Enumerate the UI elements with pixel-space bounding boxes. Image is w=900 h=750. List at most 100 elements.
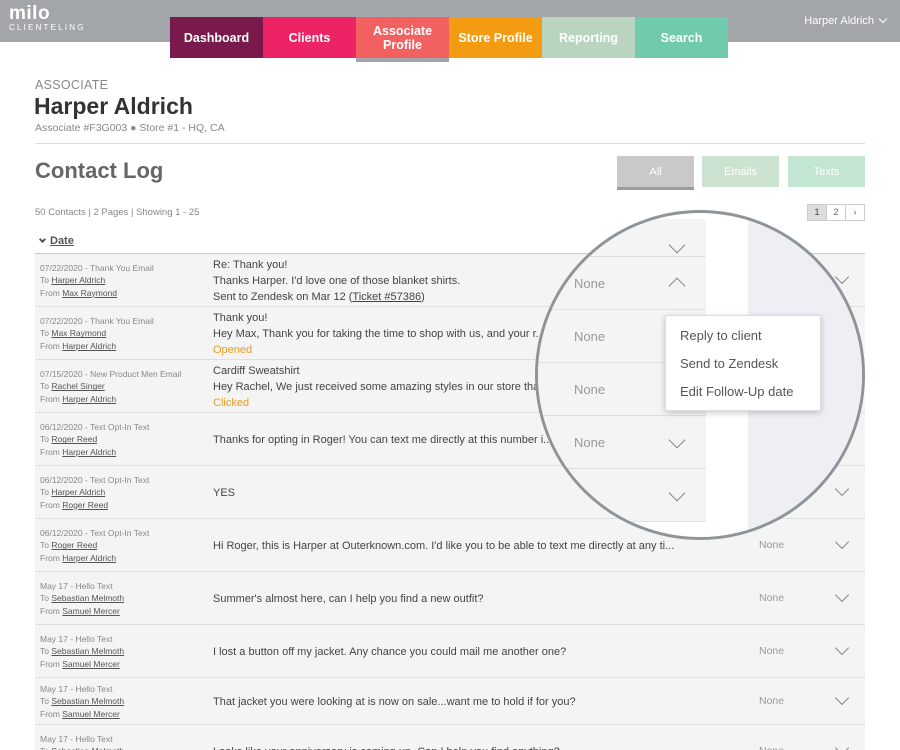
chevron-down-icon[interactable] — [668, 431, 686, 449]
send-to-zendesk-option[interactable]: Send to Zendesk — [666, 352, 820, 380]
row-meta: May 17 - Hello Text To Sebastian MelmothF… — [40, 633, 124, 670]
row-to: To Sebastian Melmoth — [40, 745, 124, 750]
from-link[interactable]: Harper Aldrich — [62, 341, 116, 351]
ticket-link[interactable]: Ticket #57386 — [352, 291, 421, 303]
to-link[interactable]: Harper Aldrich — [51, 275, 105, 285]
row-to: To Harper Aldrich — [40, 275, 106, 286]
row-message: Hi Roger, this is Harper at Outerknown.c… — [213, 538, 693, 554]
contact-log-title: Contact Log — [35, 158, 164, 183]
edit-follow-up-date-option[interactable]: Edit Follow-Up date — [666, 380, 820, 408]
from-link[interactable]: Harper Aldrich — [62, 394, 116, 404]
to-link[interactable]: Roger Reed — [51, 434, 97, 444]
from-link[interactable]: Samuel Mercer — [62, 709, 120, 719]
chevron-down-icon[interactable] — [834, 640, 850, 656]
to-link[interactable]: Rachel Singer — [51, 381, 104, 391]
follow-up-value: None — [759, 695, 785, 707]
milo-logo[interactable]: milo CLIENTELING — [9, 4, 86, 33]
chevron-down-icon — [878, 14, 888, 24]
row-to: To Harper Aldrich — [40, 487, 106, 498]
row-to: To Roger Reed — [40, 434, 98, 445]
row-from: From Samuel Mercer — [40, 658, 120, 669]
row-from: From Harper Aldrich — [40, 393, 117, 404]
date-column-label: Date — [50, 235, 74, 247]
row-date: 07/15/2020 - New Product Men Email — [40, 369, 182, 379]
row-meta: 06/12/2020 - Text Opt-In Text To Harper A… — [40, 474, 149, 511]
row-date: May 17 - Hello Text — [40, 634, 113, 644]
to-link[interactable]: Max Raymond — [51, 328, 106, 338]
row-date: May 17 - Hello Text — [40, 684, 113, 694]
follow-up-none: None — [574, 382, 606, 397]
follow-up-none: None — [574, 329, 606, 344]
table-row[interactable]: May 17 - Hello Text To Sebastian MelmothF… — [35, 678, 865, 725]
follow-up-none: None — [574, 276, 606, 291]
nav-tab-clients[interactable]: Clients — [263, 17, 356, 58]
from-link[interactable]: Max Raymond — [62, 288, 117, 298]
row-meta: 07/22/2020 - Thank You Email To Max Raymo… — [40, 315, 154, 352]
associate-meta: Associate #F3G003 ● Store #1 - HQ, CA — [35, 122, 225, 134]
chevron-down-icon[interactable] — [668, 236, 686, 254]
magnified-row[interactable] — [538, 219, 706, 257]
chevron-down-icon[interactable] — [834, 690, 850, 706]
follow-up-value: None — [759, 745, 784, 750]
table-row[interactable]: May 17 - Hello Text To Sebastian MelmothF… — [35, 625, 865, 678]
from-link[interactable]: Harper Aldrich — [62, 553, 116, 563]
row-date: 07/22/2020 - Thank You Email — [40, 316, 154, 326]
row-message: Summer's almost here, can I help you fin… — [213, 591, 693, 607]
filter-emails-button[interactable]: Emails — [702, 156, 779, 187]
message-line: That jacket you were looking at is now o… — [213, 696, 576, 708]
nav-tab-reporting[interactable]: Reporting — [542, 17, 635, 58]
row-to: To Sebastian Melmoth — [40, 646, 125, 657]
from-link[interactable]: Roger Reed — [62, 500, 108, 510]
magnified-row[interactable] — [538, 469, 706, 522]
to-link[interactable]: Sebastian Melmoth — [51, 593, 124, 603]
chevron-down-icon[interactable] — [834, 534, 850, 550]
row-to: To Max Raymond — [40, 328, 107, 339]
nav-tab-store-profile[interactable]: Store Profile — [449, 17, 542, 58]
filter-texts-button[interactable]: Texts — [788, 156, 865, 187]
to-link[interactable]: Sebastian Melmoth — [51, 746, 124, 750]
table-row[interactable]: May 17 - Hello TextTo Sebastian MelmothF… — [35, 572, 865, 625]
message-line: Looks like your anniversary is coming up… — [213, 744, 693, 750]
nav-tab-dashboard[interactable]: Dashboard — [170, 17, 263, 58]
results-summary: 50 Contacts | 2 Pages | Showing 1 - 25 — [35, 207, 200, 218]
from-link[interactable]: Samuel Mercer — [62, 659, 120, 669]
filter-all-button[interactable]: All — [617, 156, 694, 190]
user-name: Harper Aldrich — [804, 15, 874, 27]
main-nav: Dashboard Clients Associate Profile Store P… — [170, 17, 728, 62]
row-message: That jacket you were looking at is now o… — [213, 694, 693, 710]
row-to: To Roger Reed — [40, 540, 98, 551]
user-menu[interactable]: Harper Aldrich — [804, 14, 888, 27]
row-from: From Roger Reed — [40, 499, 109, 510]
to-link[interactable]: Sebastian Melmoth — [51, 696, 124, 706]
row-meta: 06/12/2020 - Text Opt-In Text To Roger Re… — [40, 421, 149, 458]
chevron-down-icon[interactable] — [834, 587, 850, 603]
magnified-row[interactable]: None — [538, 257, 706, 310]
nav-tab-search[interactable]: Search — [635, 17, 728, 58]
row-meta: 07/22/2020 - Thank You Email To Harper Al… — [40, 262, 154, 299]
row-date: May 17 - Hello Text — [40, 734, 113, 744]
row-to: To Rachel Singer — [40, 381, 105, 392]
to-link[interactable]: Sebastian Melmoth — [51, 646, 124, 656]
row-from: From Samuel Mercer — [40, 708, 120, 719]
row-meta: 06/12/2020 - Text Opt-In Text To Roger Re… — [40, 527, 149, 564]
message-line: Hi Roger, this is Harper at Outerknown.c… — [213, 540, 675, 552]
row-to: To Sebastian Melmoth — [40, 696, 125, 707]
table-row[interactable]: May 17 - Hello TextTo Sebastian MelmothF… — [35, 725, 865, 750]
follow-up-none: None — [574, 435, 606, 450]
row-from: From Harper Aldrich — [40, 340, 117, 351]
row-date: 06/12/2020 - Text Opt-In Text — [40, 475, 150, 485]
to-link[interactable]: Harper Aldrich — [51, 487, 105, 497]
chevron-down-icon[interactable] — [834, 740, 850, 750]
date-column-header[interactable]: Date — [38, 235, 74, 247]
reply-to-client-option[interactable]: Reply to client — [666, 324, 820, 352]
chevron-up-icon[interactable] — [668, 277, 686, 295]
from-link[interactable]: Harper Aldrich — [62, 447, 116, 457]
associate-label: ASSOCIATE — [35, 78, 109, 92]
row-date: 06/12/2020 - Text Opt-In Text — [40, 528, 150, 538]
magnified-row[interactable]: None — [538, 416, 706, 469]
nav-tab-associate-profile[interactable]: Associate Profile — [356, 17, 449, 62]
chevron-down-icon[interactable] — [668, 484, 686, 502]
from-link[interactable]: Samuel Mercer — [62, 606, 120, 616]
to-link[interactable]: Roger Reed — [51, 540, 97, 550]
row-message: I lost a button off my jacket. Any chanc… — [213, 644, 693, 660]
